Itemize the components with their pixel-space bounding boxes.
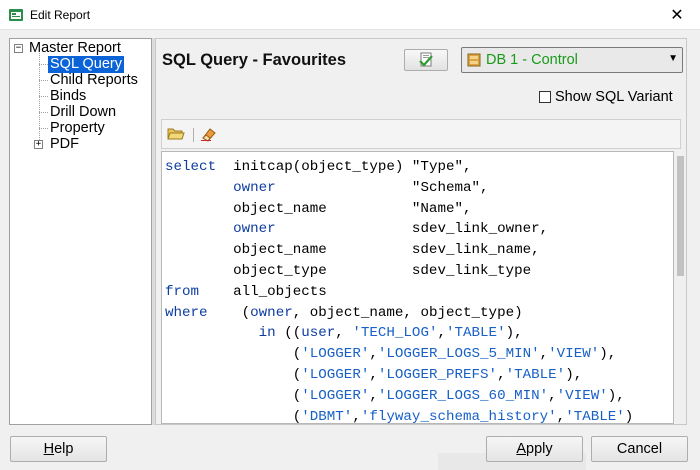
tree-item-drill-down[interactable]: Drill Down — [50, 104, 116, 121]
report-window-icon — [8, 7, 24, 23]
window-title: Edit Report — [30, 8, 91, 22]
editor-scrollbar[interactable] — [675, 151, 686, 424]
tree-item-master-report[interactable]: Master Report — [29, 40, 121, 57]
sql-code[interactable]: select initcap(object_type) "Type", owne… — [165, 157, 633, 423]
apply-label: pply — [526, 441, 553, 457]
tree-connector — [39, 128, 48, 129]
help-mnemonic: H — [43, 441, 55, 457]
tree-expand-toggle[interactable]: + — [34, 140, 43, 149]
apply-mnemonic: A — [516, 441, 527, 457]
close-icon[interactable]: ✕ — [654, 0, 700, 30]
database-connection-icon — [467, 53, 481, 67]
tree-collapse-toggle[interactable]: − — [14, 44, 23, 53]
report-tree: − Master Report SQL Query Child Reports … — [9, 38, 152, 425]
folder-open-icon[interactable] — [167, 126, 185, 142]
scrollbar-thumb[interactable] — [677, 156, 684, 276]
toolbar-separator — [193, 128, 194, 142]
tree-connector — [39, 64, 48, 65]
editor-toolbar — [161, 119, 681, 149]
eraser-icon[interactable] — [199, 126, 217, 142]
connection-selected-value: DB 1 - Control — [486, 52, 578, 68]
help-button[interactable]: Help — [10, 436, 107, 462]
tree-connector — [39, 53, 40, 144]
tree-connector — [39, 80, 48, 81]
help-label: elp — [54, 441, 74, 457]
check-sql-button[interactable] — [404, 49, 448, 71]
apply-button[interactable]: Apply — [486, 436, 583, 462]
chevron-down-icon: ▼ — [668, 53, 678, 64]
checkbox-box[interactable] — [539, 91, 551, 103]
title-bar: Edit Report ✕ — [0, 0, 700, 30]
tree-item-binds[interactable]: Binds — [50, 88, 86, 105]
tree-connector — [39, 112, 48, 113]
show-sql-variant-checkbox[interactable]: Show SQL Variant — [539, 89, 673, 105]
cancel-label: Cancel — [616, 441, 663, 457]
tree-item-sql-query[interactable]: SQL Query — [48, 56, 124, 73]
tree-connector — [39, 96, 48, 97]
tree-item-pdf[interactable]: PDF — [50, 136, 79, 153]
tree-item-child-reports[interactable]: Child Reports — [50, 72, 138, 89]
connection-select[interactable]: DB 1 - Control ▼ — [461, 47, 683, 73]
page-title: SQL Query - Favourites — [162, 51, 346, 69]
sql-editor[interactable]: select initcap(object_type) "Type", owne… — [161, 151, 674, 424]
show-sql-variant-label: Show SQL Variant — [555, 89, 673, 105]
tree-item-property[interactable]: Property — [50, 120, 105, 137]
check-document-icon — [419, 52, 433, 67]
sql-query-panel: SQL Query - Favourites DB 1 - Control ▼ … — [155, 38, 687, 425]
cancel-button[interactable]: Cancel — [591, 436, 688, 462]
